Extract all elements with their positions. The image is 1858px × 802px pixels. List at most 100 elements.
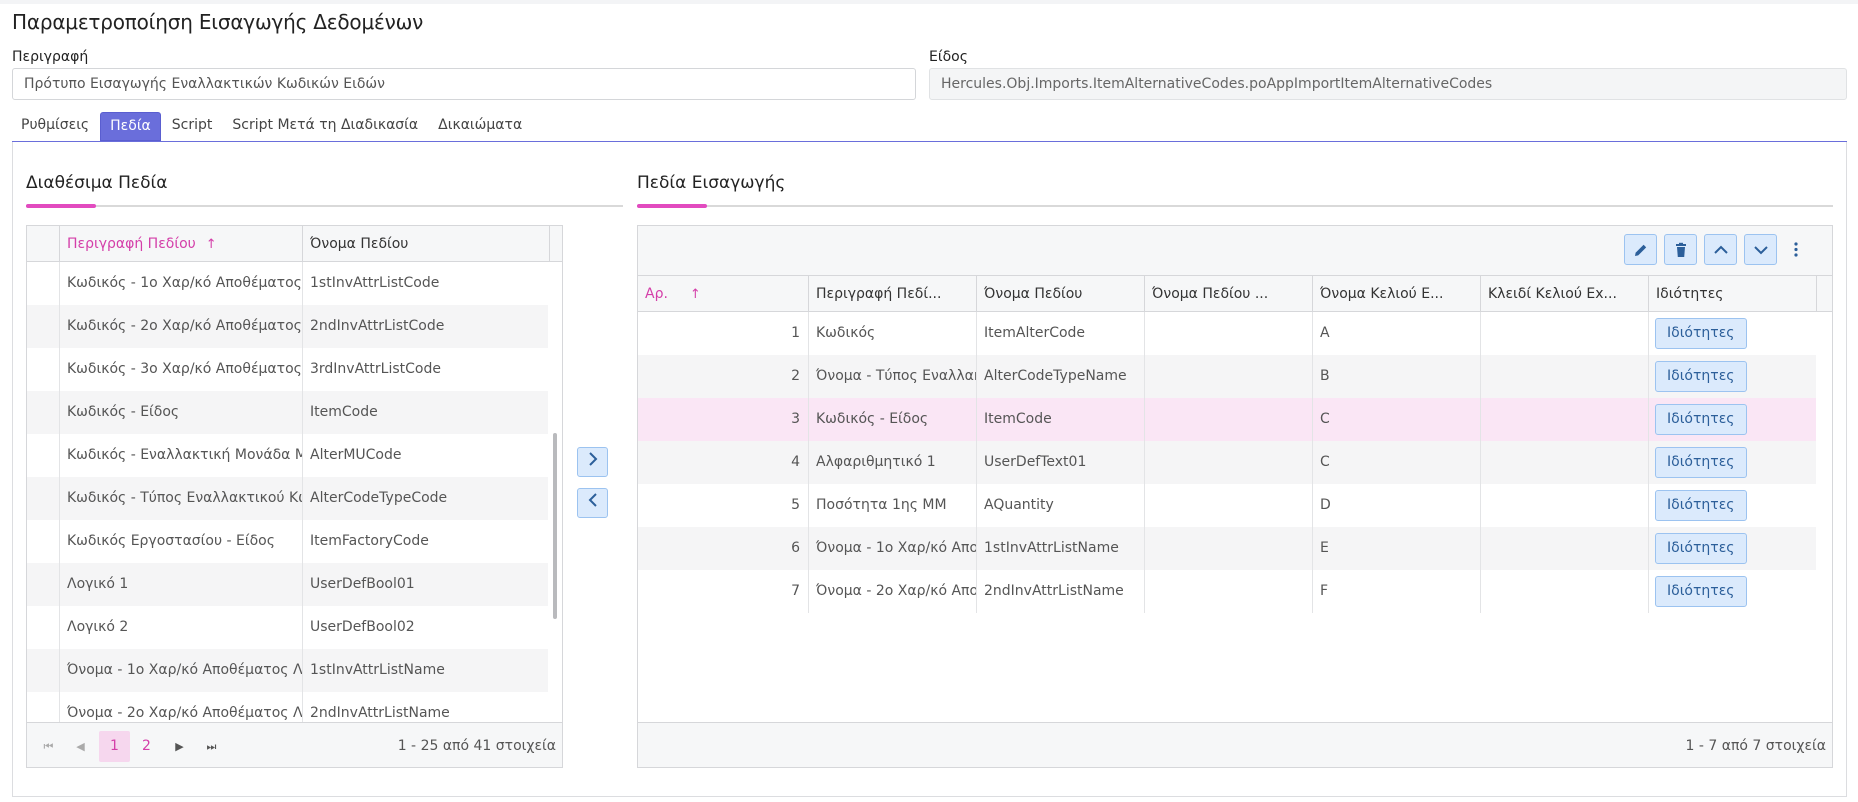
import-alt-name-cell (1144, 355, 1312, 398)
field-name-cell: AlterMUCode (302, 434, 548, 477)
tab-fields[interactable]: Πεδία (100, 112, 161, 141)
properties-button[interactable]: Ιδιότητες (1655, 447, 1747, 478)
table-row[interactable]: Κωδικός - Εναλλακτική Μονάδα ΜέτρησηςAlt… (27, 434, 548, 477)
properties-button[interactable]: Ιδιότητες (1655, 318, 1747, 349)
cell-key-cell (1480, 484, 1648, 527)
import-fields-title: Πεδία Εισαγωγής (637, 173, 786, 193)
row-gutter (27, 606, 59, 649)
import-fields-rule (637, 205, 1833, 207)
import-alt-name-cell (1144, 484, 1312, 527)
chevron-left-icon (587, 492, 599, 512)
row-gutter (27, 477, 59, 520)
properties-button[interactable]: Ιδιότητες (1655, 533, 1747, 564)
header-field-description[interactable]: Περιγραφή Πεδίου ↑ (59, 226, 302, 262)
description-input[interactable]: Πρότυπο Εισαγωγής Εναλλακτικών Κωδικών Ε… (12, 68, 916, 100)
available-fields-title: Διαθέσιμα Πεδία (26, 173, 168, 193)
properties-button[interactable]: Ιδιότητες (1655, 490, 1747, 521)
available-fields-rule (26, 205, 623, 207)
header-row-number[interactable]: Αρ. ↑ (638, 276, 808, 312)
move-down-button[interactable] (1744, 234, 1777, 265)
tab-script[interactable]: Script (163, 112, 222, 141)
field-description-cell: Όνομα - 1ο Χαρ/κό Αποθέματος Λίστας (59, 649, 302, 692)
table-row[interactable]: Λογικό 1 UserDefBool01 (27, 563, 548, 606)
header-import-description[interactable]: Περιγραφή Πεδί... (808, 276, 976, 312)
tab-settings[interactable]: Ρυθμίσεις (12, 112, 98, 141)
table-row[interactable]: Κωδικός - 1ο Χαρ/κό Αποθέματος Λίστας1st… (27, 262, 548, 305)
edit-button[interactable] (1624, 234, 1657, 265)
delete-button[interactable] (1664, 234, 1697, 265)
available-fields-accent (26, 204, 96, 208)
page-2-button[interactable]: 2 (131, 731, 162, 762)
field-name-cell: 1stInvAttrListName (302, 649, 548, 692)
import-description-cell: Όνομα - 2ο Χαρ/κό Αποθέματος Λίστας (808, 570, 976, 613)
properties-button[interactable]: Ιδιότητες (1655, 576, 1747, 607)
arrow-up-icon: ↑ (689, 287, 701, 302)
properties-cell: Ιδιότητες (1648, 570, 1816, 613)
add-field-button[interactable] (577, 447, 608, 477)
table-row[interactable]: Κωδικός Εργοστασίου - Είδος ItemFactoryCo… (27, 520, 548, 563)
cell-key-cell (1480, 355, 1648, 398)
properties-button[interactable]: Ιδιότητες (1655, 404, 1747, 435)
table-row[interactable]: Κωδικός - 2ο Χαρ/κό Αποθέματος Λίστας2nd… (27, 305, 548, 348)
field-description-cell: Κωδικός - Εναλλακτική Μονάδα Μέτρησης (59, 434, 302, 477)
import-description-cell: Κωδικός - Είδος (808, 398, 976, 441)
table-row[interactable]: Κωδικός - Είδος ItemCode (27, 391, 548, 434)
properties-cell: Ιδιότητες (1648, 441, 1816, 484)
page-1-button[interactable]: 1 (99, 731, 130, 762)
properties-cell: Ιδιότητες (1648, 398, 1816, 441)
row-number-cell: 4 (791, 454, 800, 470)
row-number-cell: 3 (791, 411, 800, 427)
import-toolbar (638, 226, 1832, 276)
table-row[interactable]: Λογικό 2 UserDefBool02 (27, 606, 548, 649)
move-up-button[interactable] (1704, 234, 1737, 265)
description-label: Περιγραφή (12, 49, 89, 65)
prev-page-icon[interactable]: ◀ (65, 731, 96, 762)
import-name-cell: ItemAlterCode (976, 312, 1144, 355)
next-page-icon[interactable]: ▶ (164, 731, 195, 762)
first-page-icon[interactable]: ⏮ (33, 731, 64, 762)
cell-name-cell: C (1312, 441, 1480, 484)
field-description-cell: Κωδικός - 1ο Χαρ/κό Αποθέματος Λίστας (59, 262, 302, 305)
available-grid-header: Περιγραφή Πεδίου ↑ Όνομα Πεδίου (27, 226, 562, 262)
table-row[interactable]: Κωδικός - Τύπος Εναλλακτικού ΚωδικούAlte… (27, 477, 548, 520)
header-spacer (27, 226, 60, 262)
available-scrollbar[interactable] (548, 262, 562, 723)
table-row[interactable]: 6 Όνομα - 1ο Χαρ/κό Αποθέματος Λίστας1stI… (638, 527, 1816, 570)
field-description-cell: Κωδικός - 3ο Χαρ/κό Αποθέματος Λίστας (59, 348, 302, 391)
properties-button[interactable]: Ιδιότητες (1655, 361, 1747, 392)
import-alt-name-cell (1144, 570, 1312, 613)
properties-cell: Ιδιότητες (1648, 484, 1816, 527)
field-description-cell: Λογικό 2 (59, 606, 302, 649)
header-field-name[interactable]: Όνομα Πεδίου (302, 226, 545, 262)
field-description-cell: Λογικό 1 (59, 563, 302, 606)
header-import-alt-name[interactable]: Όνομα Πεδίου ... (1144, 276, 1312, 312)
table-row[interactable]: Κωδικός - 3ο Χαρ/κό Αποθέματος Λίστας3rd… (27, 348, 548, 391)
table-row[interactable]: 1 Κωδικός ItemAlterCode A Ιδιότητες (638, 312, 1816, 355)
import-name-cell: ItemCode (976, 398, 1144, 441)
header-properties[interactable]: Ιδιότητες (1648, 276, 1816, 312)
tab-permissions[interactable]: Δικαιώματα (429, 112, 531, 141)
row-gutter (27, 262, 59, 305)
more-vertical-icon[interactable] (1786, 234, 1806, 265)
table-row[interactable]: 3 Κωδικός - Είδος ItemCode C Ιδιότητες (638, 398, 1816, 441)
last-page-icon[interactable]: ⏭ (196, 731, 227, 762)
import-description-cell: Όνομα - 1ο Χαρ/κό Αποθέματος Λίστας (808, 527, 976, 570)
table-row[interactable]: 4 Αλφαριθμητικό 1 UserDefText01 C Ιδιότητες (638, 441, 1816, 484)
table-row[interactable]: 7 Όνομα - 2ο Χαρ/κό Αποθέματος Λίστας2ndI… (638, 570, 1816, 613)
row-gutter (27, 434, 59, 477)
field-name-cell: 2ndInvAttrListCode (302, 305, 548, 348)
import-description-cell: Αλφαριθμητικό 1 (808, 441, 976, 484)
table-row[interactable]: 2 Όνομα - Τύπος Εναλλακτικού ΚωδικούAlter… (638, 355, 1816, 398)
header-cell-name[interactable]: Όνομα Κελιού Ε... (1312, 276, 1480, 312)
table-row[interactable]: Όνομα - 1ο Χαρ/κό Αποθέματος Λίστας1stIn… (27, 649, 548, 692)
remove-field-button[interactable] (577, 488, 608, 518)
table-row[interactable]: 5 Ποσότητα 1ης ΜΜ AQuantity D Ιδιότητες (638, 484, 1816, 527)
header-import-name[interactable]: Όνομα Πεδίου (976, 276, 1144, 312)
field-name-cell: AlterCodeTypeCode (302, 477, 548, 520)
import-name-cell: AlterCodeTypeName (976, 355, 1144, 398)
available-scrollbar-thumb[interactable] (553, 433, 557, 619)
tab-bar: Ρυθμίσεις Πεδία Script Script Μετά τη Δι… (12, 112, 533, 141)
header-cell-key[interactable]: Κλειδί Κελιού Εx... (1480, 276, 1648, 312)
tab-post-script[interactable]: Script Μετά τη Διαδικασία (223, 112, 427, 141)
cell-name-cell: A (1312, 312, 1480, 355)
